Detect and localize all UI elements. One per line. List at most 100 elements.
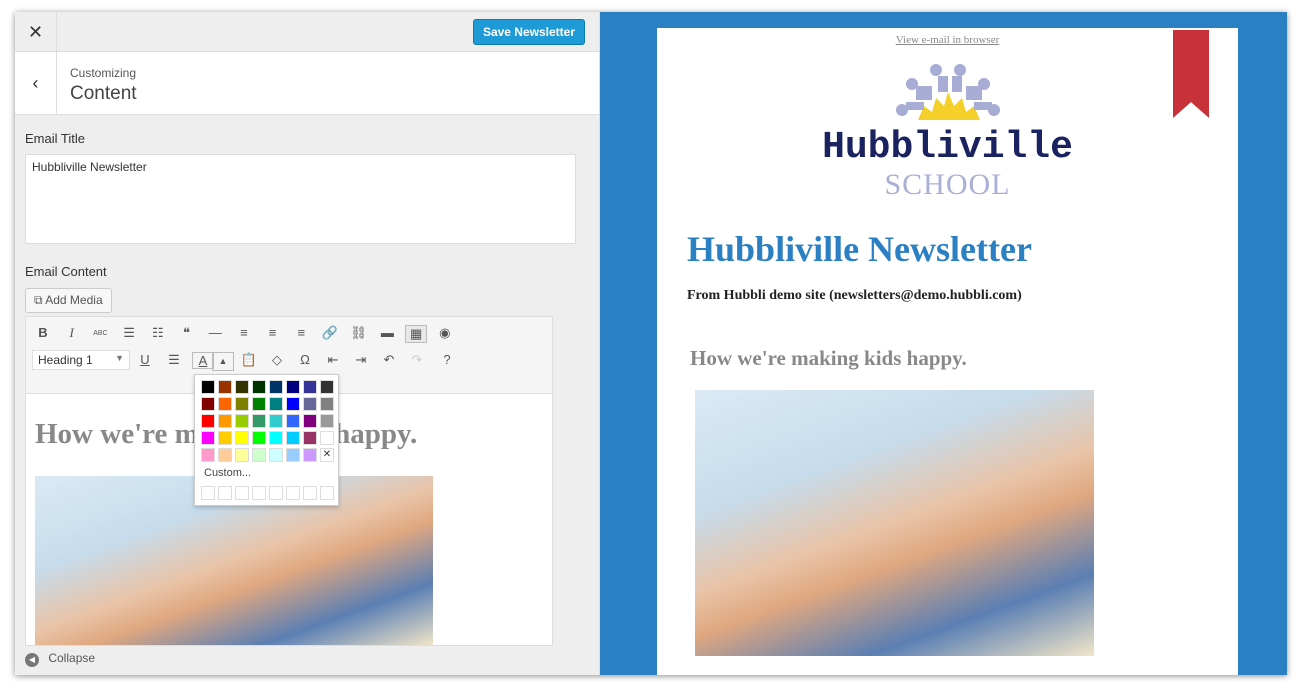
color-swatch[interactable]: [320, 431, 334, 445]
color-swatch[interactable]: [286, 414, 300, 428]
blockquote-icon[interactable]: ❝: [176, 325, 198, 341]
collapse-button[interactable]: ◀ Collapse: [25, 651, 95, 667]
custom-color-slot[interactable]: [286, 486, 300, 500]
justify-icon[interactable]: ☰: [163, 352, 185, 368]
color-swatch[interactable]: [218, 448, 232, 462]
color-swatch[interactable]: [252, 414, 266, 428]
color-swatch[interactable]: [201, 431, 215, 445]
color-swatch[interactable]: [201, 414, 215, 428]
color-swatch[interactable]: [286, 448, 300, 462]
media-icon: ⧉: [34, 293, 46, 307]
color-swatch[interactable]: [303, 448, 317, 462]
color-swatch[interactable]: [252, 448, 266, 462]
color-swatch[interactable]: [201, 397, 215, 411]
toolbar-toggle-icon[interactable]: ▦: [405, 325, 428, 343]
color-swatch[interactable]: [235, 431, 249, 445]
unlink-icon[interactable]: ⛓: [348, 325, 370, 341]
collapse-label: Collapse: [48, 651, 96, 665]
email-content-label: Email Content: [25, 264, 107, 279]
redo-icon[interactable]: ↷: [406, 352, 428, 368]
text-color-icon[interactable]: A: [192, 352, 214, 369]
logo-name: Hubbliville: [822, 126, 1073, 169]
no-color-icon[interactable]: ✕: [320, 448, 334, 462]
custom-color-slot[interactable]: [218, 486, 232, 500]
email-title-label: Email Title: [25, 131, 85, 146]
color-swatch[interactable]: [252, 380, 266, 394]
color-swatch[interactable]: [218, 414, 232, 428]
indent-icon[interactable]: ⇥: [350, 352, 372, 368]
color-swatch[interactable]: [269, 448, 283, 462]
custom-color-slot[interactable]: [201, 486, 215, 500]
color-swatch[interactable]: [320, 397, 334, 411]
horizontal-line-icon[interactable]: —: [204, 325, 226, 340]
back-icon[interactable]: ‹: [15, 52, 57, 115]
align-center-icon[interactable]: ≡: [262, 325, 284, 340]
email-title-input[interactable]: Hubbliville Newsletter: [25, 154, 576, 244]
custom-color-slot[interactable]: [269, 486, 283, 500]
custom-color-slot[interactable]: [235, 486, 249, 500]
customizer-sidebar: ✕ Save Newsletter ‹ Customizing Content …: [15, 12, 600, 675]
save-newsletter-button[interactable]: Save Newsletter: [472, 19, 585, 45]
help-icon[interactable]: ?: [436, 352, 458, 367]
email-from: From Hubbli demo site (newsletters@demo.…: [687, 288, 1022, 303]
color-swatch[interactable]: [201, 448, 215, 462]
custom-color-slot[interactable]: [252, 486, 266, 500]
color-swatch[interactable]: [269, 414, 283, 428]
underline-icon[interactable]: U: [134, 352, 156, 367]
color-swatch[interactable]: [286, 431, 300, 445]
logo-school: SCHOOL: [884, 168, 1011, 201]
color-swatch[interactable]: [320, 380, 334, 394]
school-logo-icon: [896, 64, 1000, 120]
color-swatch[interactable]: [303, 380, 317, 394]
color-swatch[interactable]: [218, 380, 232, 394]
color-swatch[interactable]: [303, 431, 317, 445]
italic-icon[interactable]: I: [61, 325, 83, 341]
custom-color-slot[interactable]: [303, 486, 317, 500]
clear-formatting-icon[interactable]: ◇: [266, 352, 288, 368]
link-icon[interactable]: 🔗: [319, 325, 341, 341]
align-left-icon[interactable]: ≡: [233, 325, 255, 340]
text-color-dropdown[interactable]: ▲: [212, 352, 234, 371]
collapse-icon: ◀: [25, 653, 39, 667]
color-swatch[interactable]: [286, 380, 300, 394]
color-swatch[interactable]: [320, 414, 334, 428]
color-swatch[interactable]: [201, 380, 215, 394]
format-select[interactable]: Heading 1 ▼: [32, 350, 130, 370]
outdent-icon[interactable]: ⇤: [322, 352, 344, 368]
custom-color-link[interactable]: Custom...: [204, 467, 251, 479]
chevron-down-icon: ▼: [115, 353, 124, 363]
numbered-list-icon[interactable]: ☷: [147, 325, 169, 341]
customizer-window: ✕ Save Newsletter ‹ Customizing Content …: [15, 12, 1287, 675]
contact-form-icon[interactable]: ◉: [434, 325, 456, 341]
section-title: Content: [70, 83, 137, 104]
color-swatch[interactable]: [252, 431, 266, 445]
color-swatch[interactable]: [252, 397, 266, 411]
color-swatch[interactable]: [269, 380, 283, 394]
color-swatch[interactable]: [269, 431, 283, 445]
paste-text-icon[interactable]: 📋: [238, 352, 260, 368]
undo-icon[interactable]: ↶: [378, 352, 400, 368]
add-media-button[interactable]: ⧉ Add Media: [25, 288, 112, 313]
preview-pane: View e-mail in browser Hubbliville SCHOO…: [600, 12, 1287, 675]
bold-icon[interactable]: B: [32, 325, 54, 340]
view-in-browser-link[interactable]: View e-mail in browser: [657, 34, 1238, 46]
special-character-icon[interactable]: Ω: [294, 352, 316, 367]
close-icon[interactable]: ✕: [15, 12, 57, 52]
strikethrough-icon[interactable]: ABC: [89, 330, 111, 337]
color-swatch[interactable]: [235, 380, 249, 394]
align-right-icon[interactable]: ≡: [290, 325, 312, 340]
read-more-icon[interactable]: ▬: [376, 325, 398, 340]
color-swatch[interactable]: [218, 397, 232, 411]
color-swatch[interactable]: [235, 397, 249, 411]
format-select-value: Heading 1: [38, 353, 93, 367]
color-swatch[interactable]: [218, 431, 232, 445]
color-swatch[interactable]: [303, 414, 317, 428]
color-swatch[interactable]: [303, 397, 317, 411]
color-swatch[interactable]: [235, 414, 249, 428]
kids-photo: [695, 390, 1094, 656]
color-swatch[interactable]: [286, 397, 300, 411]
color-swatch[interactable]: [235, 448, 249, 462]
color-swatch[interactable]: [269, 397, 283, 411]
custom-color-slot[interactable]: [320, 486, 334, 500]
bullet-list-icon[interactable]: ☰: [118, 325, 140, 341]
